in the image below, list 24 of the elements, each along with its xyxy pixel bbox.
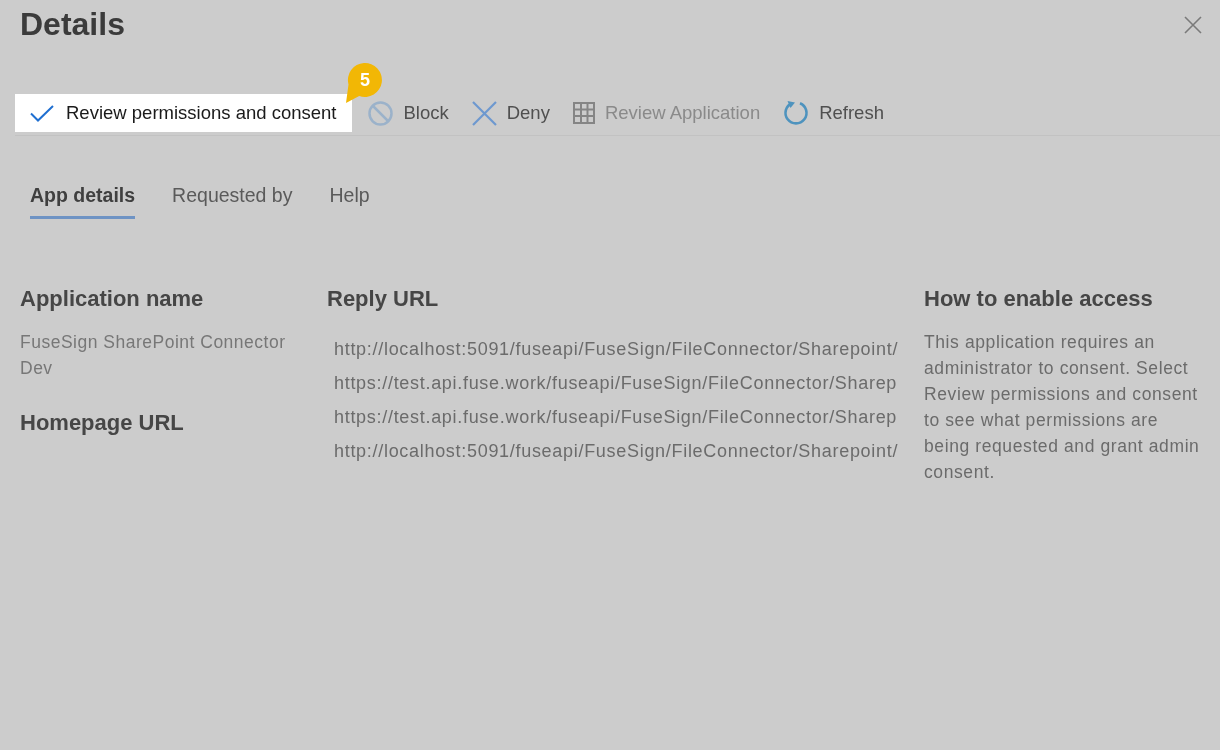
step-badge: 5 [345,62,385,104]
field-heading: Homepage URL [20,410,185,436]
tab[interactable]: App details [30,177,136,219]
field-heading: Reply URL [327,286,440,312]
checkmark-icon [30,104,54,122]
tab[interactable]: Requested by [172,177,293,219]
url-text: http://localhost:5091/fuseapi/FuseSign/FileConnector/Sharepoint/ [334,440,899,463]
field-value: FuseSign SharePoint Connector Dev [20,331,287,380]
block-icon [368,100,394,126]
url-text: https://test.api.fuse.work/fuseapi/FuseSign/FileConnector/Sharep [334,406,898,429]
help-text: This application requires an administrator to consent. Select Review permissions and consent to see what permissions are being requested and grant admin consent. [924,331,1201,484]
toolbar-button[interactable]: Deny [464,94,557,132]
close-icon[interactable] [1184,16,1202,34]
cross-icon [471,100,497,126]
field-heading: Application name [20,286,205,312]
refresh-icon [783,100,810,126]
url-text: http://localhost:5091/fuseapi/FuseSign/FileConnector/Sharepoint/ [334,338,899,361]
tab[interactable]: Help [329,177,370,219]
url-text: https://test.api.fuse.work/fuseapi/FuseSign/FileConnector/Sharep [334,372,898,395]
panel-title: Details [20,5,125,44]
toolbar-button[interactable]: Refresh [776,94,891,132]
toolbar-button[interactable]: Review permissions and consent [15,94,353,132]
grid-icon [572,102,595,124]
field-heading: How to enable access [924,286,1154,312]
